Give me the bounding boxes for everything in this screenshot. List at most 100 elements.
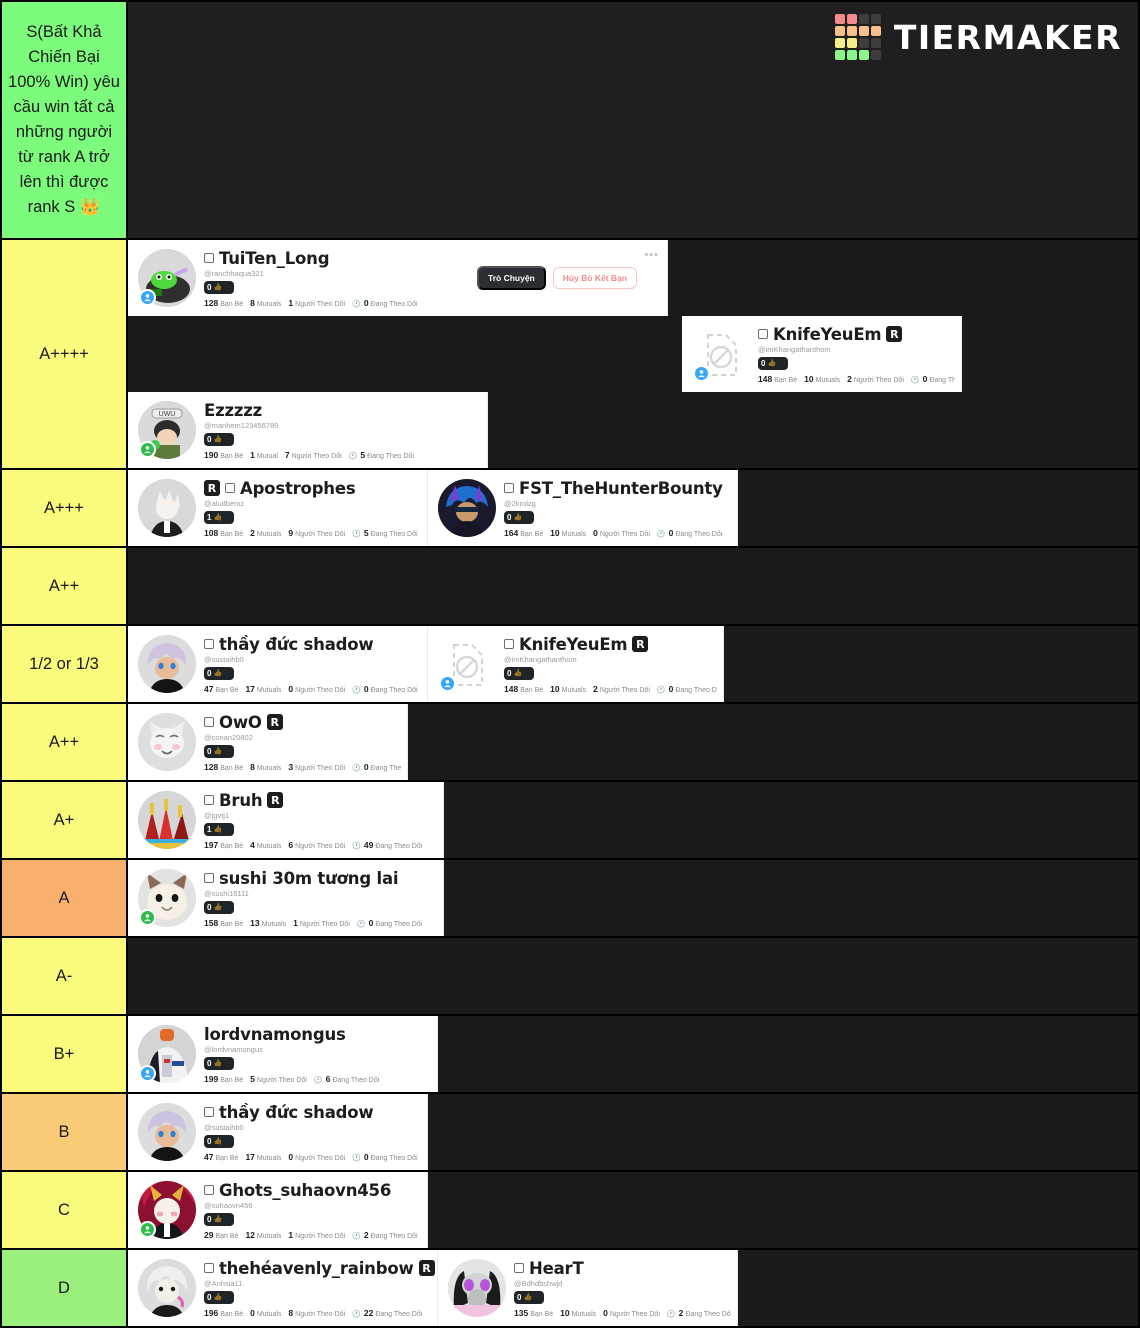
logo-cell (870, 38, 881, 48)
tier-items[interactable]: OwO R @conan20802 0 👍 128 Bạn Bè 8 Mutuals 3 Người… (128, 704, 1138, 780)
profile-name-line: lordvnamongus (204, 1025, 431, 1044)
badge-count-pill[interactable]: 0 👍 (204, 1212, 234, 1226)
badge-count: 0 (517, 1292, 522, 1302)
badge-count-pill[interactable]: 1 👍 (204, 510, 234, 524)
unfriend-button[interactable]: Hủy Bỏ Kết Bạn (552, 267, 637, 289)
tier-items[interactable] (128, 548, 1138, 624)
logo-cell (870, 14, 881, 24)
tier-items[interactable] (128, 938, 1138, 1014)
stat-followers-label: Người Theo Dõi (295, 842, 346, 850)
stat-following-value: 5 (360, 449, 366, 460)
badge-count-pill[interactable]: 0 👍 (204, 900, 234, 914)
stat-friends-label: Bạn Bè (220, 1310, 244, 1318)
logo-cell (870, 26, 881, 36)
tier-items[interactable]: R Apostrophes @aludbemz 1 👍 108 Bạn Bè 2 Mutuals… (128, 470, 1138, 546)
badge-count-pill[interactable]: 0 👍 (204, 1134, 234, 1148)
tier-label-s[interactable]: S(Bất Khả Chiến Bại 100% Win) yêu cầu wi… (2, 2, 128, 238)
tier-items[interactable]: thầy đức shadow @sustaihb0 0 👍 47 Bạn Bè 17 Mut… (128, 1094, 1138, 1170)
badge-count-pill[interactable]: 0 👍 (204, 666, 234, 680)
profile-card-body: lordvnamongus @lordvnamongus 0 👍 199 Bạn Bè 5 N… (204, 1025, 437, 1084)
status-indicator-icon (139, 1221, 156, 1238)
badge-count: 1 (207, 512, 212, 522)
tier-items[interactable]: Bruh R @jgvtj1 1 👍 197 Bạn Bè 4 Mutuals 6 Người Th… (128, 782, 1138, 858)
stat-followers-label: Người Theo Dõi (599, 530, 650, 538)
profile-card[interactable]: UWU Ezzzzz @manhem123456789 0 👍 190 Bạn Bè 1 Mut… (128, 392, 488, 468)
profile-handle: @suhaovn456 (204, 1200, 253, 1210)
stat-followers-value: 0 (593, 527, 598, 538)
profile-card[interactable]: FST_TheHunterBounty @2krolzg 0 👍 164 Bạn Bè 10… (428, 470, 738, 546)
tier-label-a[interactable]: A (2, 860, 128, 936)
profile-display-name: TuiTen_Long (219, 248, 330, 268)
profile-card[interactable]: R Apostrophes @aludbemz 1 👍 108 Bạn Bè 2 Mutuals… (128, 470, 428, 546)
tier-items[interactable]: thầy đức shadow @sustaihb0 0 👍 47 Bạn Bè 17 Mut… (128, 626, 1138, 702)
tier-label-c[interactable]: C (2, 1172, 128, 1248)
badge-count-pill[interactable]: 0 👍 (204, 432, 234, 446)
stat-followers-value: 5 (250, 1073, 255, 1084)
logo-cell (858, 26, 869, 36)
profile-card[interactable]: Ghots_suhaovn456 @suhaovn456 0 👍 29 Bạn Bè 12 M… (128, 1172, 428, 1248)
chat-button[interactable]: Trò Chuyện (477, 266, 546, 290)
avatar-wrapper (138, 249, 196, 307)
tier-items[interactable]: sushi 30m tương lai @sushi16111 0 👍 158 Bạn B… (128, 860, 1138, 936)
stat-following-value: 2 (678, 1307, 684, 1318)
tier-label-1-2-or-1-3[interactable]: 1/2 or 1/3 (2, 626, 128, 702)
profile-card[interactable]: thầy đức shadow @sustaihb0 0 👍 47 Bạn Bè 17 Mut… (128, 1094, 428, 1170)
logo-cell (846, 26, 857, 36)
profile-card[interactable]: lordvnamongus @lordvnamongus 0 👍 199 Bạn Bè 5 N… (128, 1016, 438, 1092)
tier-items[interactable]: Ghots_suhaovn456 @suhaovn456 0 👍 29 Bạn Bè 12 M… (128, 1172, 1138, 1248)
stat-followers-label: Người Theo Dõi (853, 376, 904, 384)
avatar (138, 791, 196, 849)
tier-label-b[interactable]: B (2, 1094, 128, 1170)
profile-card[interactable]: thehéavenly_rainbow R @Anhsia11 0 👍 196 Bạn Bè… (128, 1250, 438, 1326)
tier-label-a-[interactable]: A++ (2, 548, 128, 624)
stat-followers-label: Người Theo Dõi (291, 452, 342, 460)
badge-count-pill[interactable]: 0 👍 (204, 744, 234, 758)
profile-card[interactable]: Bruh R @jgvtj1 1 👍 197 Bạn Bè 4 Mutuals 6 Người Th… (128, 782, 444, 858)
badge-count-pill[interactable]: 1 👍 (204, 822, 234, 836)
stat-followers-value: 1 (288, 1229, 294, 1240)
logo-cell (846, 38, 857, 48)
stat-friends: 29 Bạn Bè (204, 1230, 238, 1240)
profile-card[interactable]: sushi 30m tương lai @sushi16111 0 👍 158 Bạn B… (128, 860, 444, 936)
badge-count-pill[interactable]: 0 👍 (204, 1290, 234, 1304)
profile-card[interactable]: thầy đức shadow @sustaihb0 0 👍 47 Bạn Bè 17 Mut… (128, 626, 428, 702)
badge-count-pill[interactable]: 0 👍 (758, 356, 788, 370)
tier-label-b-[interactable]: B+ (2, 1016, 128, 1092)
badge-count-pill[interactable]: 0 👍 (204, 280, 234, 294)
badge-count-pill[interactable]: 0 👍 (504, 666, 534, 680)
avatar (138, 479, 196, 537)
profile-card[interactable]: KnifeYeuEm R @imKhangathanthom 0 👍 148 Bạn Bè 1… (682, 316, 962, 392)
badge-count-pill[interactable]: 0 👍 (514, 1290, 544, 1304)
tier-items[interactable]: TuiTen_Long @ranchhaqua321 0 👍 128 Bạn Bè 8 Mut… (128, 240, 1138, 468)
stat-mutuals: 2 Mutuals (250, 528, 281, 538)
stat-following-label: Đang Theo Dõi (375, 920, 423, 928)
profile-card[interactable]: HearT @Bdhdbshwjd 0 👍 135 Bạn Bè 10 Mutuals 0 Ngư… (438, 1250, 738, 1326)
stat-friends: 190 Bạn Bè (204, 450, 243, 460)
tier-items-s[interactable]: TIERMAKER (128, 2, 1138, 238)
stat-mutuals-value: 10 (804, 373, 814, 384)
stat-followers: 1 Người Theo Dõi (293, 918, 350, 928)
profile-card-body: Bruh R @jgvtj1 1 👍 197 Bạn Bè 4 Mutuals 6 Người Th… (204, 791, 443, 850)
profile-card[interactable]: TuiTen_Long @ranchhaqua321 0 👍 128 Bạn Bè 8 Mut… (128, 240, 668, 316)
profile-display-name: KnifeYeuEm (773, 324, 882, 344)
stat-following: 🕐0Đang Theo Dõi (352, 684, 417, 694)
tier-items[interactable]: lordvnamongus @lordvnamongus 0 👍 199 Bạn Bè 5 N… (128, 1016, 1138, 1092)
tier-items[interactable]: thehéavenly_rainbow R @Anhsia11 0 👍 196 Bạn Bè… (128, 1250, 1138, 1326)
tier-label-a-[interactable]: A- (2, 938, 128, 1014)
thumbs-up-icon: 👍 (213, 284, 223, 291)
tier-label-d[interactable]: D (2, 1250, 128, 1326)
profile-card-body: sushi 30m tương lai @sushi16111 0 👍 158 Bạn B… (204, 869, 443, 928)
stat-friends-label: Bạn Bè (220, 764, 244, 772)
tier-row: A+ Bruh R @jgvtj1 1 👍 197 Bạn Bè 4 Mutuals 6 Người … (2, 782, 1138, 860)
badge-count-pill[interactable]: 0 👍 (504, 510, 534, 524)
tier-label-a-[interactable]: A++++ (2, 240, 128, 468)
tier-label-a-[interactable]: A+ (2, 782, 128, 858)
badge-count: 0 (207, 434, 212, 444)
badge-count-pill[interactable]: 0 👍 (204, 1056, 234, 1070)
profile-card[interactable]: OwO R @conan20802 0 👍 128 Bạn Bè 8 Mutuals 3 Người… (128, 704, 408, 780)
more-options-icon[interactable]: ••• (644, 250, 659, 261)
tier-label-a-[interactable]: A++ (2, 704, 128, 780)
stat-following-label: Đang Theo Dõi (367, 452, 415, 460)
tier-label-a-[interactable]: A+++ (2, 470, 128, 546)
profile-card[interactable]: KnifeYeuEm R @imKhangathanthom 0 👍 148 Bạn Bè 1… (428, 626, 724, 702)
